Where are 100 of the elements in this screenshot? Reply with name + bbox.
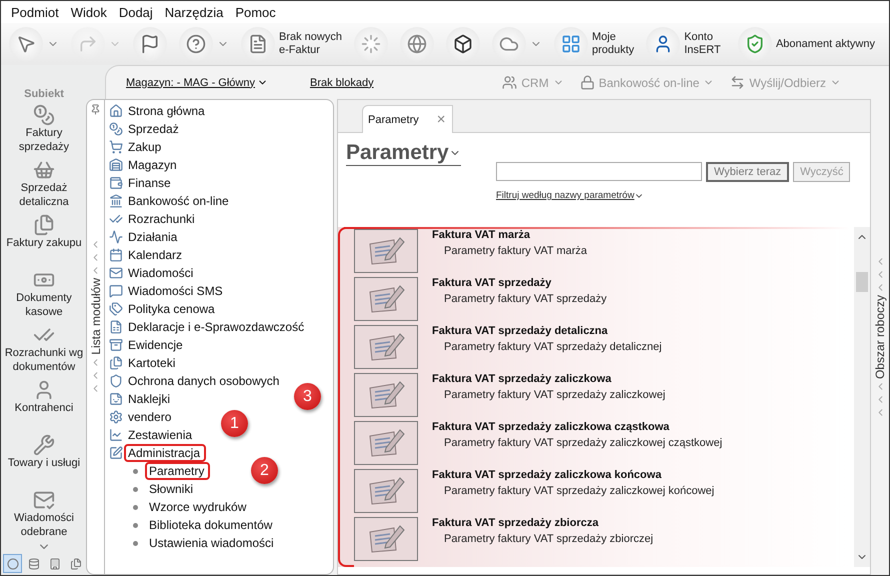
action-icon [580,75,595,90]
nav-icon [33,434,55,456]
search-field[interactable] [496,162,702,181]
close-button[interactable]: × [436,112,446,127]
module-item[interactable]: Ochrona danych osobowych [128,374,280,388]
nav-item[interactable]: Kontrahenci [2,375,86,430]
module-item[interactable]: Działania [128,230,178,244]
shortcut-icon [70,558,82,570]
toolbar-button[interactable]: Brak nowych e-Faktur [241,27,342,61]
toolbar-icon [452,34,473,54]
module-item[interactable]: Administracja [128,446,200,460]
module-item[interactable]: Wiadomości SMS [128,284,223,298]
shortcut-icon [48,558,60,570]
module-icon [109,374,123,388]
step-marker: 2 [251,457,278,484]
menu-item[interactable]: Pomoc [229,4,282,20]
row-description: Parametry faktury VAT sprzedaży [443,293,607,305]
module-item[interactable]: Strona główna [128,104,205,118]
nav-shortcut[interactable] [3,554,22,573]
module-icon [109,248,123,262]
nav-item[interactable]: Faktury sprzedaży [2,100,86,155]
module-item[interactable]: Kalendarz [128,248,182,262]
bullet-icon [133,522,138,528]
module-icon [109,176,123,190]
parameter-row[interactable]: Faktura VAT sprzedaży zaliczkowa końcowa Parametry faktury VAT sprzedaży zaliczkowej końcowej [338,467,854,515]
module-item[interactable]: Zakup [128,140,162,154]
module-icon [109,392,123,406]
module-icon [109,230,123,244]
row-description: Parametry faktury VAT sprzedaży detalicznej [443,341,662,353]
module-item[interactable]: Wzorce wydruków [149,500,246,514]
action-icon [730,75,746,90]
module-item[interactable]: vendero [128,410,172,424]
nav-item[interactable]: Rozrachunki wg dokumentów [2,320,86,376]
menu-item[interactable]: Podmiot [5,4,65,20]
row-title: Faktura VAT sprzedaży zaliczkowa cząstkowa [432,421,670,433]
module-item[interactable]: Biblioteka dokumentów [149,518,272,532]
module-item[interactable]: Zestawienia [128,428,192,442]
select-button[interactable]: Wybierz teraz [706,162,790,182]
module-item[interactable]: Słowniki [149,482,194,496]
parameter-row[interactable]: Faktura VAT sprzedaży Parametry faktury VAT sprzedaży [338,275,854,323]
workspace-tab[interactable]: Obszar roboczy [873,294,887,380]
module-item[interactable]: Bankowość on-line [128,194,229,208]
scroll-thumb[interactable] [856,272,868,292]
toolbar-button[interactable]: Moje produkty [554,27,634,61]
nav-item[interactable]: Towary i usługi [2,430,86,486]
lock-link[interactable]: Brak blokady [310,76,374,88]
menu-item[interactable]: Widok [64,4,113,20]
module-icon [109,410,123,424]
module-item[interactable]: Deklaracje i e-Sprawozdawczość [128,320,304,334]
module-item[interactable]: Ustawienia wiadomości [149,536,274,550]
parameter-row[interactable]: Faktura VAT sprzedaży detaliczna Parametry faktury VAT sprzedaży detalicznej [338,323,854,371]
module-item[interactable]: Kartoteki [128,356,176,370]
warehouse-link[interactable]: Magazyn: - MAG - Główny [126,76,268,88]
parameter-row[interactable]: Faktura VAT sprzedaży zaliczkowa Parametry faktury VAT sprzedaży zaliczkowej [338,371,854,419]
module-item[interactable]: Naklejki [128,392,170,406]
module-icon [109,212,123,226]
parameter-row[interactable]: Faktura VAT sprzedaży zaliczkowa cząstkowa Parametry faktury VAT sprzedaży zaliczkowej cząstkowej [338,419,854,467]
module-item[interactable]: Magazyn [128,158,177,172]
parameter-row[interactable]: Faktura VAT marża Parametry faktury VAT marża [338,227,854,275]
toolbar-icon [16,34,36,54]
action-icon [502,75,518,90]
module-item[interactable]: Ewidencje [128,338,183,352]
menu-item[interactable]: Narzędzia [158,4,230,20]
module-item[interactable]: Rozrachunki [128,212,195,226]
module-icon [109,122,123,136]
page-title[interactable]: Parametry [346,141,461,166]
nav-icon [33,489,55,512]
module-item[interactable]: Polityka cenowa [128,302,215,316]
toolbar-button[interactable]: Konto InsERT [646,27,721,61]
nav-item[interactable]: Faktury zakupu [2,210,86,265]
row-description: Parametry faktury VAT sprzedaży zaliczkowej końcowej [443,485,714,497]
menu-item[interactable]: Dodaj [112,4,159,20]
toolbar-icon [360,34,381,54]
module-item[interactable]: Parametry [149,464,204,478]
filter-link[interactable]: Filtruj według nazwy parametrów [496,190,870,201]
nav-item[interactable]: Wiadomości odebrane [2,485,86,540]
logo: Subiekt [24,88,64,100]
toolbar-icon [560,34,581,54]
pin-icon[interactable] [90,104,101,115]
module-item[interactable]: Wiadomości [128,266,194,280]
module-item[interactable]: Sprzedaż [128,122,179,136]
row-title: Faktura VAT sprzedaży [432,277,552,289]
toolbar-button[interactable]: Abonament aktywny [738,27,875,61]
shortcut-icon [28,558,40,570]
module-list-tab[interactable]: Lista modułów [88,278,102,355]
row-title: Faktura VAT sprzedaży zaliczkowa [432,373,612,385]
nav-item[interactable]: Sprzedaż detaliczna [2,154,86,210]
row-description: Parametry faktury VAT marża [443,245,588,257]
nav-icon [33,214,55,236]
toolbar-icon [186,34,206,54]
row-description: Parametry faktury VAT sprzedaży zbiorczej [443,533,654,545]
parameter-row[interactable]: Faktura VAT sprzedaży zbiorcza Parametry faktury VAT sprzedaży zbiorczej [338,515,854,563]
document-tab[interactable]: Parametry × [362,105,453,133]
nav-item[interactable]: Dokumenty kasowe [2,264,86,320]
toolbar-icon [744,34,765,54]
scrollbar[interactable] [854,227,870,567]
module-icon [109,446,123,460]
row-description: Parametry faktury VAT sprzedaży zaliczkowej [443,389,666,401]
module-item[interactable]: Finanse [128,176,171,190]
module-icon [109,320,123,334]
